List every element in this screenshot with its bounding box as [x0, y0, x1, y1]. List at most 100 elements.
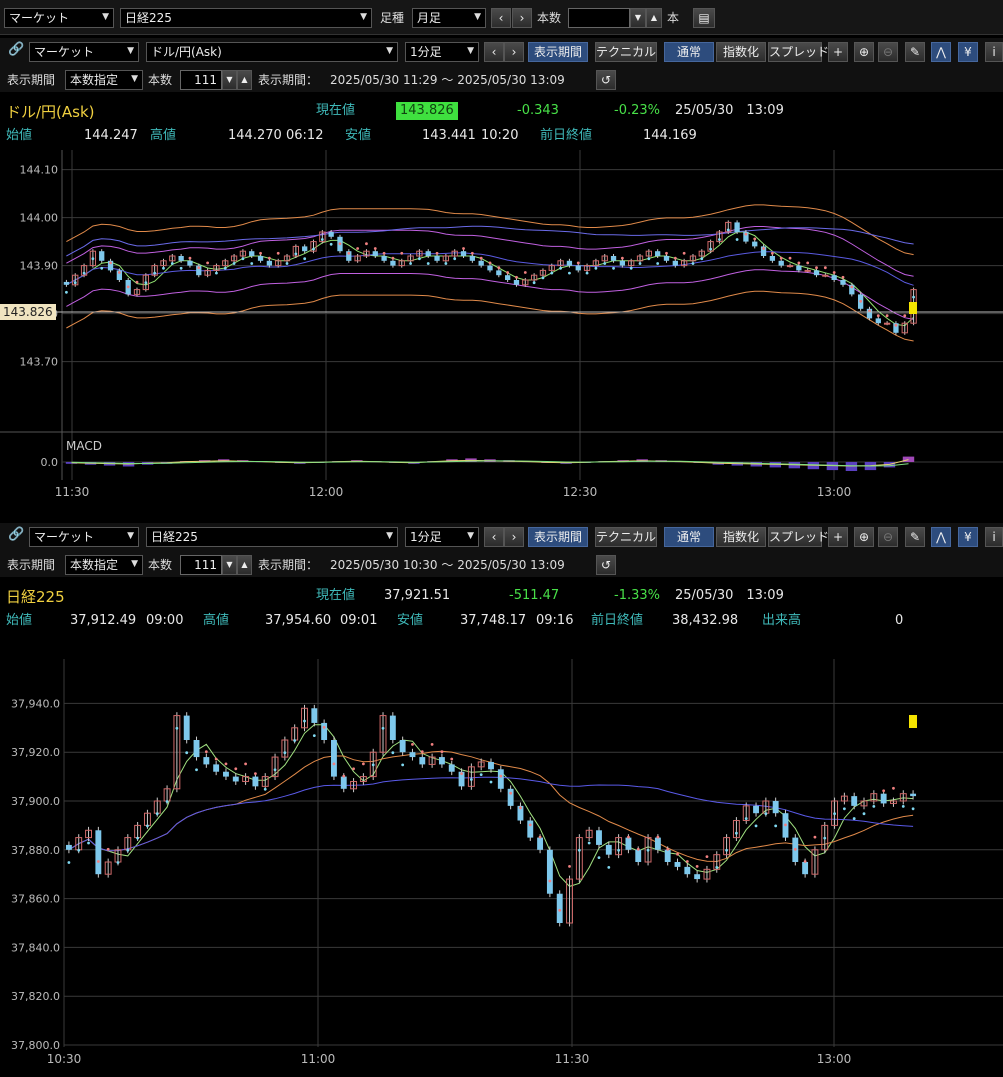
panel1-currency-button[interactable]: ¥ [958, 42, 978, 62]
panel1-crosshair-button[interactable]: + [828, 42, 848, 62]
sar-dot [109, 261, 112, 265]
panel1-reset-button[interactable]: ↺ [596, 70, 616, 90]
panel1-technical-button[interactable]: テクニカル [595, 42, 657, 62]
panel1-normal-button[interactable]: 通常 [664, 42, 714, 62]
panel2-currency-button[interactable]: ¥ [958, 527, 978, 547]
panel2-info-button[interactable]: i [985, 527, 1003, 547]
chevron-right-icon: › [511, 530, 517, 544]
sar-dot [224, 762, 228, 766]
panel1-period-button[interactable]: 表示期間 [528, 42, 588, 62]
sar-dot [144, 281, 148, 285]
panel2-symbol-select-value: 日経225 [151, 530, 198, 544]
candle-body-down [438, 757, 445, 765]
panel1-interval-select[interactable]: 1分足 ▼ [405, 42, 479, 62]
panel1-spread-button[interactable]: スプレッド [768, 42, 829, 62]
chevron-down-icon: ▼ [386, 46, 393, 56]
info-icon: i [992, 45, 996, 59]
count-up-button[interactable]: ▲ [646, 8, 662, 28]
sar-dot [440, 750, 444, 754]
sar-dot [620, 256, 624, 260]
panel2-count-input[interactable]: 111 [180, 555, 222, 575]
panel2-interval-select[interactable]: 1分足 ▼ [405, 527, 479, 547]
sar-dot [488, 261, 492, 265]
count-down-button[interactable]: ▼ [630, 8, 646, 28]
panel1-toolbar: 🔗 マーケット ▼ ドル/円(Ask) ▼ 1分足 ▼ ‹ › 表示期間 テクニカル … [0, 38, 1003, 92]
panel2-next-button[interactable]: › [504, 527, 524, 547]
panel2-period-button[interactable]: 表示期間 [528, 527, 588, 547]
panel2-normal-button[interactable]: 通常 [664, 527, 714, 547]
panel2-symbol-select[interactable]: 日経225 ▼ [146, 527, 398, 547]
panel2-zoom-out-button[interactable]: ⊖ [878, 527, 898, 547]
sar-dot [329, 242, 333, 246]
sar-dot [506, 271, 510, 274]
panel2-market-select[interactable]: マーケット ▼ [29, 527, 139, 547]
panel1-count-input[interactable]: 111 [180, 70, 222, 90]
candle-body-down [796, 265, 802, 271]
panel2-change-pct: -1.33% [614, 588, 660, 603]
sar-dot [603, 262, 607, 265]
panel2-index-button[interactable]: 指数化 [716, 527, 766, 547]
sar-dot [612, 266, 615, 270]
panel1-count-up[interactable]: ▲ [237, 70, 252, 90]
sar-dot [753, 237, 757, 241]
panel1-info-button[interactable]: i [985, 42, 1003, 62]
next-button[interactable]: › [512, 8, 532, 28]
panel1-draw-button[interactable]: ✎ [905, 42, 925, 62]
panel2-count-down[interactable]: ▼ [222, 555, 237, 575]
sar-dot [273, 768, 277, 772]
panel1-index-button[interactable]: 指数化 [716, 42, 766, 62]
top-market-select[interactable]: マーケット ▼ [4, 8, 114, 28]
sar-dot [788, 256, 792, 260]
candle-body-down [654, 837, 661, 850]
panel1-prev-button[interactable]: ‹ [484, 42, 504, 62]
usdjpy-chart[interactable]: 144.10144.00143.90143.80143.70 MACD 0.0 … [0, 150, 1003, 512]
panel1-chart-type-button[interactable]: ⋀ [931, 42, 951, 62]
sar-dot [179, 266, 183, 270]
sar-dot [558, 908, 562, 912]
sar-dot [234, 767, 238, 771]
top-interval-select[interactable]: 月足 ▼ [412, 8, 486, 28]
link-icon[interactable]: 🔗 [8, 42, 24, 57]
sar-dot [489, 780, 493, 784]
panel2-chart-type-button[interactable]: ⋀ [931, 527, 951, 547]
print-button[interactable]: ▤ [693, 8, 715, 28]
panel1-period-mode-select[interactable]: 本数指定 ▼ [65, 70, 143, 90]
macd-y-tick: 0.0 [41, 456, 59, 469]
panel1-change-pct: -0.23% [614, 103, 660, 118]
sar-dot [223, 266, 227, 270]
panel1-count-down[interactable]: ▼ [222, 70, 237, 90]
panel2-zoom-in-button[interactable]: ⊕ [854, 527, 874, 547]
panel2-open-label: 始値 [6, 613, 33, 628]
panel1-zoom-out-button[interactable]: ⊖ [878, 42, 898, 62]
link-icon[interactable]: 🔗 [8, 527, 24, 542]
panel2-technical-button[interactable]: テクニカル [595, 527, 657, 547]
panel1-high-time: 06:12 [286, 128, 324, 143]
nikkei-chart[interactable]: 37,940.0 37,920.0 37,900.0 37,880.0 37,860.0… [0, 635, 1003, 1077]
panel2-prev-button[interactable]: ‹ [484, 527, 504, 547]
prev-button[interactable]: ‹ [491, 8, 511, 28]
sar-dot [912, 295, 915, 299]
sar-dot [885, 314, 889, 318]
candle-body-down [496, 270, 502, 276]
sar-dot [381, 726, 385, 730]
count-input[interactable] [568, 8, 630, 28]
panel1-market-select[interactable]: マーケット ▼ [29, 42, 139, 62]
panel2-period-mode-select[interactable]: 本数指定 ▼ [65, 555, 143, 575]
candle-body-down [390, 260, 396, 266]
panel2-reset-button[interactable]: ↺ [596, 555, 616, 575]
sar-dot [528, 823, 532, 827]
panel2-count-up[interactable]: ▲ [237, 555, 252, 575]
chevron-down-icon: ▼ [386, 531, 393, 541]
panel2-spread-button[interactable]: スプレッド [768, 527, 829, 547]
top-symbol-select[interactable]: 日経225 ▼ [120, 8, 372, 28]
panel2-crosshair-button[interactable]: + [828, 527, 848, 547]
candle-body-up [883, 322, 891, 325]
sar-dot [232, 262, 236, 265]
panel1-symbol-select[interactable]: ドル/円(Ask) ▼ [146, 42, 398, 62]
panel2-draw-button[interactable]: ✎ [905, 527, 925, 547]
candle-body-down [419, 757, 426, 765]
panel1-next-button[interactable]: › [504, 42, 524, 62]
panel1-zoom-in-button[interactable]: ⊕ [854, 42, 874, 62]
sar-dot [444, 262, 448, 265]
sar-dot [709, 247, 713, 251]
